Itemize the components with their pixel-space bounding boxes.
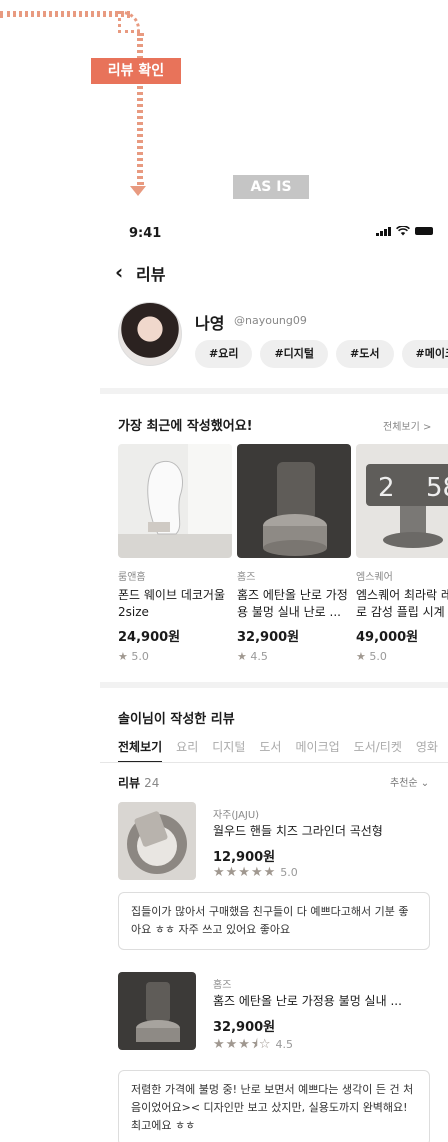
star-rating-icons: ★★★★★ bbox=[213, 865, 277, 880]
product-brand: 엠스퀘어 bbox=[356, 572, 393, 583]
product-card[interactable]: 홈즈 홈즈 에탄올 난로 가정용 불멍 실내 난로 ... 32,900원 ★ … bbox=[237, 444, 351, 663]
product-rating: ★ 5.0 bbox=[118, 650, 232, 663]
tag-chip[interactable]: #도서 bbox=[336, 340, 394, 368]
review-text-box: 집들이가 많아서 구매했음 친구들이 다 예쁘다고해서 기분 좋아요 ㅎㅎ 자주… bbox=[118, 892, 430, 950]
product-card[interactable]: 룸앤홈 폰드 웨이브 데코거울 2size 24,900원 ★ 5.0 bbox=[118, 444, 232, 663]
recent-section-title: 가장 최근에 작성했어요! bbox=[118, 419, 253, 434]
review-stars: ★★★⯨☆ 4.5 bbox=[213, 1035, 293, 1057]
star-rating-icons: ★★★⯨☆ bbox=[213, 1037, 272, 1052]
phone-screen: 9:41 ‹ 리뷰 나영 @nayoung09 #요리 #디지털 #도서 #메이… bbox=[100, 212, 448, 1142]
review-stars: ★★★★★ 5.0 bbox=[213, 865, 298, 880]
review-count-value: 24 bbox=[144, 776, 160, 790]
product-brand: 홈즈 bbox=[237, 572, 256, 583]
svg-text:58: 58 bbox=[426, 473, 448, 503]
product-name: 폰드 웨이브 데코거울 2size bbox=[118, 588, 225, 619]
review-text-box: 저렴한 가격에 불멍 중! 난로 보면서 예쁘다는 생각이 든 건 처음이었어요… bbox=[118, 1070, 430, 1142]
avatar bbox=[118, 302, 182, 366]
review-product-image bbox=[118, 972, 196, 1050]
product-name: 홈즈 에탄올 난로 가정용 불멍 실내 난로 ... bbox=[237, 588, 348, 619]
star-icon: ★ bbox=[237, 650, 247, 663]
rating-value: 4.5 bbox=[250, 650, 268, 663]
product-rating: ★ 5.0 bbox=[356, 650, 448, 663]
product-price: 32,900원 bbox=[237, 630, 300, 645]
section-divider bbox=[100, 388, 448, 394]
recent-cards: 룸앤홈 폰드 웨이브 데코거울 2size 24,900원 ★ 5.0 홈즈 홈… bbox=[118, 444, 448, 663]
review-count-label: 리뷰 bbox=[118, 776, 141, 790]
svg-text:2: 2 bbox=[378, 473, 395, 503]
flow-line-vertical bbox=[137, 33, 143, 185]
review-price: 32,900원 bbox=[213, 1020, 276, 1035]
review-item[interactable]: 자주(JAJU) 월우드 핸들 치즈 그라인더 곡선형 12,900원 ★★★★… bbox=[118, 802, 430, 952]
back-chevron-icon[interactable]: ‹ bbox=[115, 260, 123, 284]
star-icon: ★ bbox=[118, 650, 128, 663]
star-icon: ★ bbox=[356, 650, 366, 663]
tag-chip[interactable]: #요리 bbox=[195, 340, 253, 368]
review-brand: 자주(JAJU) bbox=[213, 810, 260, 821]
product-name: 엠스퀘어 최라락 레트로 감성 플립 시계 bbox=[356, 588, 448, 619]
signal-icon bbox=[376, 226, 391, 236]
status-icons bbox=[376, 226, 433, 236]
product-image bbox=[118, 444, 232, 558]
review-rating-value: 5.0 bbox=[280, 866, 298, 879]
as-is-tag: AS IS bbox=[233, 175, 309, 199]
product-price: 49,000원 bbox=[356, 630, 419, 645]
review-count: 리뷰 24 bbox=[118, 774, 159, 791]
product-brand: 룸앤홈 bbox=[118, 572, 146, 583]
flow-arrow-icon bbox=[130, 186, 146, 196]
tag-chip[interactable]: #디지털 bbox=[260, 340, 329, 368]
status-time: 9:41 bbox=[129, 226, 162, 241]
sort-dropdown[interactable]: 추천순 ⌄ bbox=[390, 774, 429, 789]
review-product-name: 홈즈 에탄올 난로 가정용 불멍 실내 ... bbox=[213, 994, 402, 1008]
review-brand: 홈즈 bbox=[213, 980, 232, 991]
review-product-image bbox=[118, 802, 196, 880]
tab-digital[interactable]: 디지털 bbox=[212, 738, 245, 763]
review-check-tag: 리뷰 확인 bbox=[91, 58, 181, 84]
category-tabs: 전체보기 요리 디지털 도서 메이크업 도서/티켓 영화 bbox=[118, 738, 438, 763]
battery-icon bbox=[415, 227, 433, 235]
review-rating-value: 4.5 bbox=[275, 1038, 294, 1051]
tab-books-tickets[interactable]: 도서/티켓 bbox=[354, 738, 402, 763]
interest-tags: #요리 #디지털 #도서 #메이크업 bbox=[195, 340, 448, 368]
product-price: 24,900원 bbox=[118, 630, 181, 645]
profile-handle: @nayoung09 bbox=[234, 314, 307, 327]
page-title: 리뷰 bbox=[136, 265, 166, 284]
review-price: 12,900원 bbox=[213, 850, 276, 865]
tab-cooking[interactable]: 요리 bbox=[176, 738, 198, 763]
product-rating: ★ 4.5 bbox=[237, 650, 351, 663]
section-divider bbox=[100, 682, 448, 688]
tab-books[interactable]: 도서 bbox=[259, 738, 281, 763]
wifi-icon bbox=[396, 226, 410, 236]
review-product-name: 월우드 핸들 치즈 그라인더 곡선형 bbox=[213, 824, 383, 838]
profile-name: 나영 bbox=[195, 314, 225, 333]
review-item[interactable]: 홈즈 홈즈 에탄올 난로 가정용 불멍 실내 ... 32,900원 ★★★⯨☆… bbox=[118, 972, 430, 1142]
tab-all[interactable]: 전체보기 bbox=[118, 738, 163, 763]
tabs-underline bbox=[100, 762, 448, 763]
product-image: 2 58 bbox=[356, 444, 448, 558]
reviews-section-title: 솔이님이 작성한 리뷰 bbox=[118, 712, 235, 727]
flow-line-corner bbox=[118, 11, 140, 33]
tab-makeup[interactable]: 메이크업 bbox=[295, 738, 339, 763]
see-all-link[interactable]: 전체보기 > bbox=[383, 418, 431, 433]
rating-value: 5.0 bbox=[131, 650, 149, 663]
tag-chip[interactable]: #메이크업 bbox=[401, 340, 448, 368]
product-card[interactable]: 2 58 엠스퀘어 엠스퀘어 최라락 레트로 감성 플립 시계 49,000원 ★… bbox=[356, 444, 448, 663]
rating-value: 5.0 bbox=[369, 650, 387, 663]
product-image bbox=[237, 444, 351, 558]
flow-line-horizontal bbox=[0, 11, 130, 17]
tab-movies[interactable]: 영화 bbox=[416, 738, 438, 763]
